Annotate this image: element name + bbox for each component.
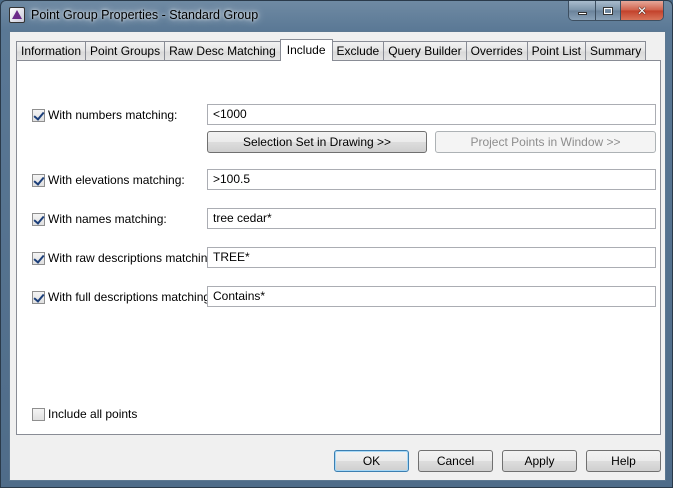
- tab-raw-desc-matching[interactable]: Raw Desc Matching: [164, 41, 281, 61]
- elevations-input[interactable]: >100.5: [207, 169, 656, 190]
- include-all-row: Include all points: [32, 407, 137, 421]
- help-button[interactable]: Help: [586, 450, 661, 472]
- project-points-button[interactable]: Project Points in Window >>: [435, 131, 656, 153]
- include-all-checkbox[interactable]: [32, 407, 45, 421]
- maximize-button[interactable]: [595, 1, 620, 20]
- elevations-label: With elevations matching:: [48, 173, 185, 187]
- full-descriptions-checkbox[interactable]: [32, 290, 45, 304]
- window-title: Point Group Properties - Standard Group: [31, 8, 259, 22]
- close-button[interactable]: ✕: [620, 1, 663, 20]
- raw-descriptions-label: With raw descriptions matching:: [48, 251, 218, 265]
- tab-query-builder[interactable]: Query Builder: [383, 41, 467, 61]
- raw-descriptions-checkbox[interactable]: [32, 251, 45, 265]
- tab-point-list[interactable]: Point List: [526, 41, 586, 61]
- selection-set-button[interactable]: Selection Set in Drawing >>: [207, 131, 427, 153]
- numbers-row: With numbers matching:: [32, 108, 177, 122]
- minimize-icon: [577, 12, 587, 15]
- full-descriptions-row: With full descriptions matching:: [32, 290, 213, 304]
- cancel-button[interactable]: Cancel: [418, 450, 493, 472]
- names-row: With names matching:: [32, 212, 167, 226]
- raw-descriptions-row: With raw descriptions matching:: [32, 251, 217, 265]
- full-descriptions-input[interactable]: Contains*: [207, 286, 656, 307]
- include-tab-panel: With numbers matching: <1000 Selection S…: [16, 60, 661, 435]
- tab-include[interactable]: Include: [279, 39, 333, 61]
- tab-strip: Information Point Groups Raw Desc Matchi…: [16, 39, 647, 61]
- apply-button[interactable]: Apply: [502, 450, 577, 472]
- numbers-input[interactable]: <1000: [207, 104, 656, 125]
- numbers-checkbox[interactable]: [32, 108, 45, 122]
- dialog-window: Point Group Properties - Standard Group …: [0, 0, 673, 488]
- tab-point-groups[interactable]: Point Groups: [85, 41, 166, 61]
- names-checkbox[interactable]: [32, 212, 45, 226]
- names-label: With names matching:: [48, 212, 167, 226]
- dialog-client-area: Information Point Groups Raw Desc Matchi…: [9, 31, 666, 481]
- elevations-checkbox[interactable]: [32, 173, 45, 187]
- tab-overrides[interactable]: Overrides: [465, 41, 528, 61]
- full-descriptions-label: With full descriptions matching:: [48, 290, 214, 304]
- window-controls: ✕: [568, 1, 664, 21]
- tab-exclude[interactable]: Exclude: [331, 41, 385, 61]
- include-all-label: Include all points: [48, 407, 138, 421]
- ok-button[interactable]: OK: [334, 450, 409, 472]
- numbers-label: With numbers matching:: [48, 108, 178, 122]
- names-input[interactable]: tree cedar*: [207, 208, 656, 229]
- elevations-row: With elevations matching:: [32, 173, 185, 187]
- close-icon: ✕: [636, 3, 648, 18]
- app-icon: [9, 7, 25, 23]
- minimize-button[interactable]: [569, 1, 595, 20]
- title-bar[interactable]: Point Group Properties - Standard Group …: [1, 1, 672, 31]
- tab-information[interactable]: Information: [16, 41, 87, 61]
- raw-descriptions-input[interactable]: TREE*: [207, 247, 656, 268]
- maximize-icon: [603, 6, 613, 15]
- tab-summary[interactable]: Summary: [584, 41, 647, 61]
